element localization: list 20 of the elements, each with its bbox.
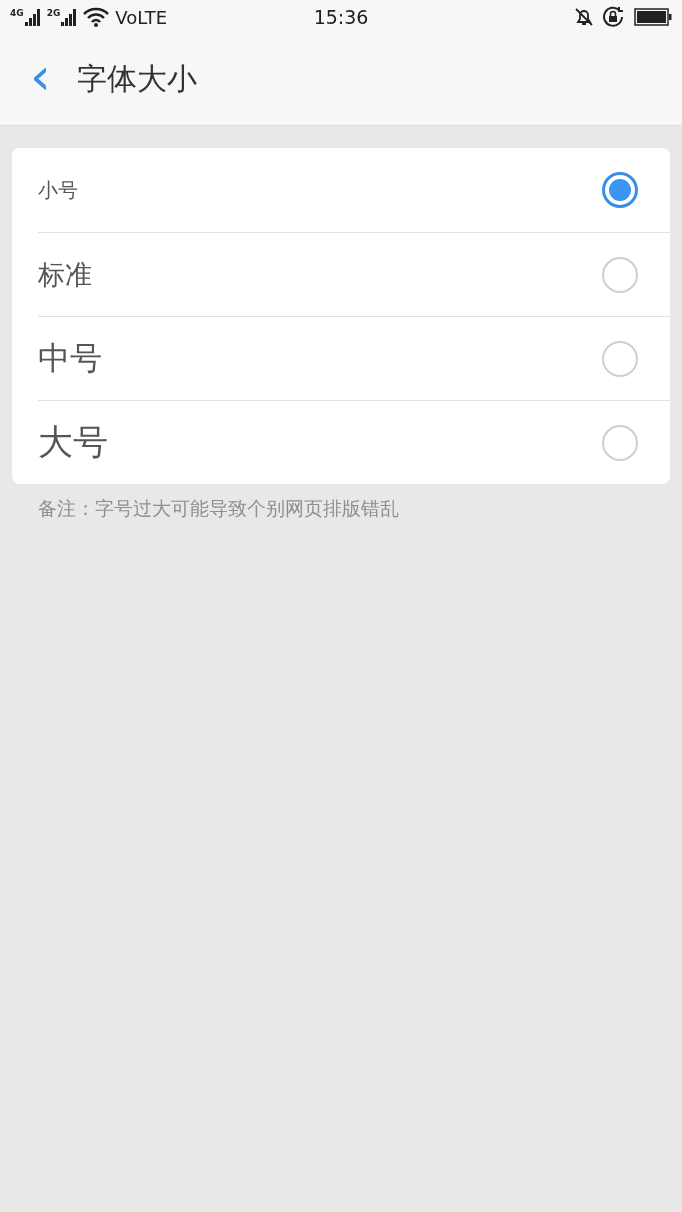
battery-icon xyxy=(634,8,672,26)
wifi-icon xyxy=(83,7,110,27)
radio-button[interactable] xyxy=(602,340,638,377)
font-size-option[interactable]: 大号 xyxy=(38,400,670,484)
font-size-option[interactable]: 标准 xyxy=(38,232,670,316)
page-title: 字体大小 xyxy=(76,60,197,98)
bell-off-icon xyxy=(574,7,594,27)
radio-button[interactable] xyxy=(602,256,638,293)
radio-button[interactable] xyxy=(602,172,638,208)
note-text: 备注：字号过大可能导致个别网页排版错乱 xyxy=(37,496,400,521)
signal-icon xyxy=(24,8,41,26)
signal-icon xyxy=(61,8,78,26)
font-size-option[interactable]: 小号 xyxy=(38,148,670,232)
network-type: 2G xyxy=(46,8,61,18)
font-size-option[interactable]: 中号 xyxy=(38,316,670,400)
network-type: 4G xyxy=(10,8,24,18)
clock: 15:36 xyxy=(313,6,369,28)
network-label: VoLTE xyxy=(115,6,168,28)
rotation-lock-icon xyxy=(602,6,626,28)
radio-button[interactable] xyxy=(602,424,638,461)
